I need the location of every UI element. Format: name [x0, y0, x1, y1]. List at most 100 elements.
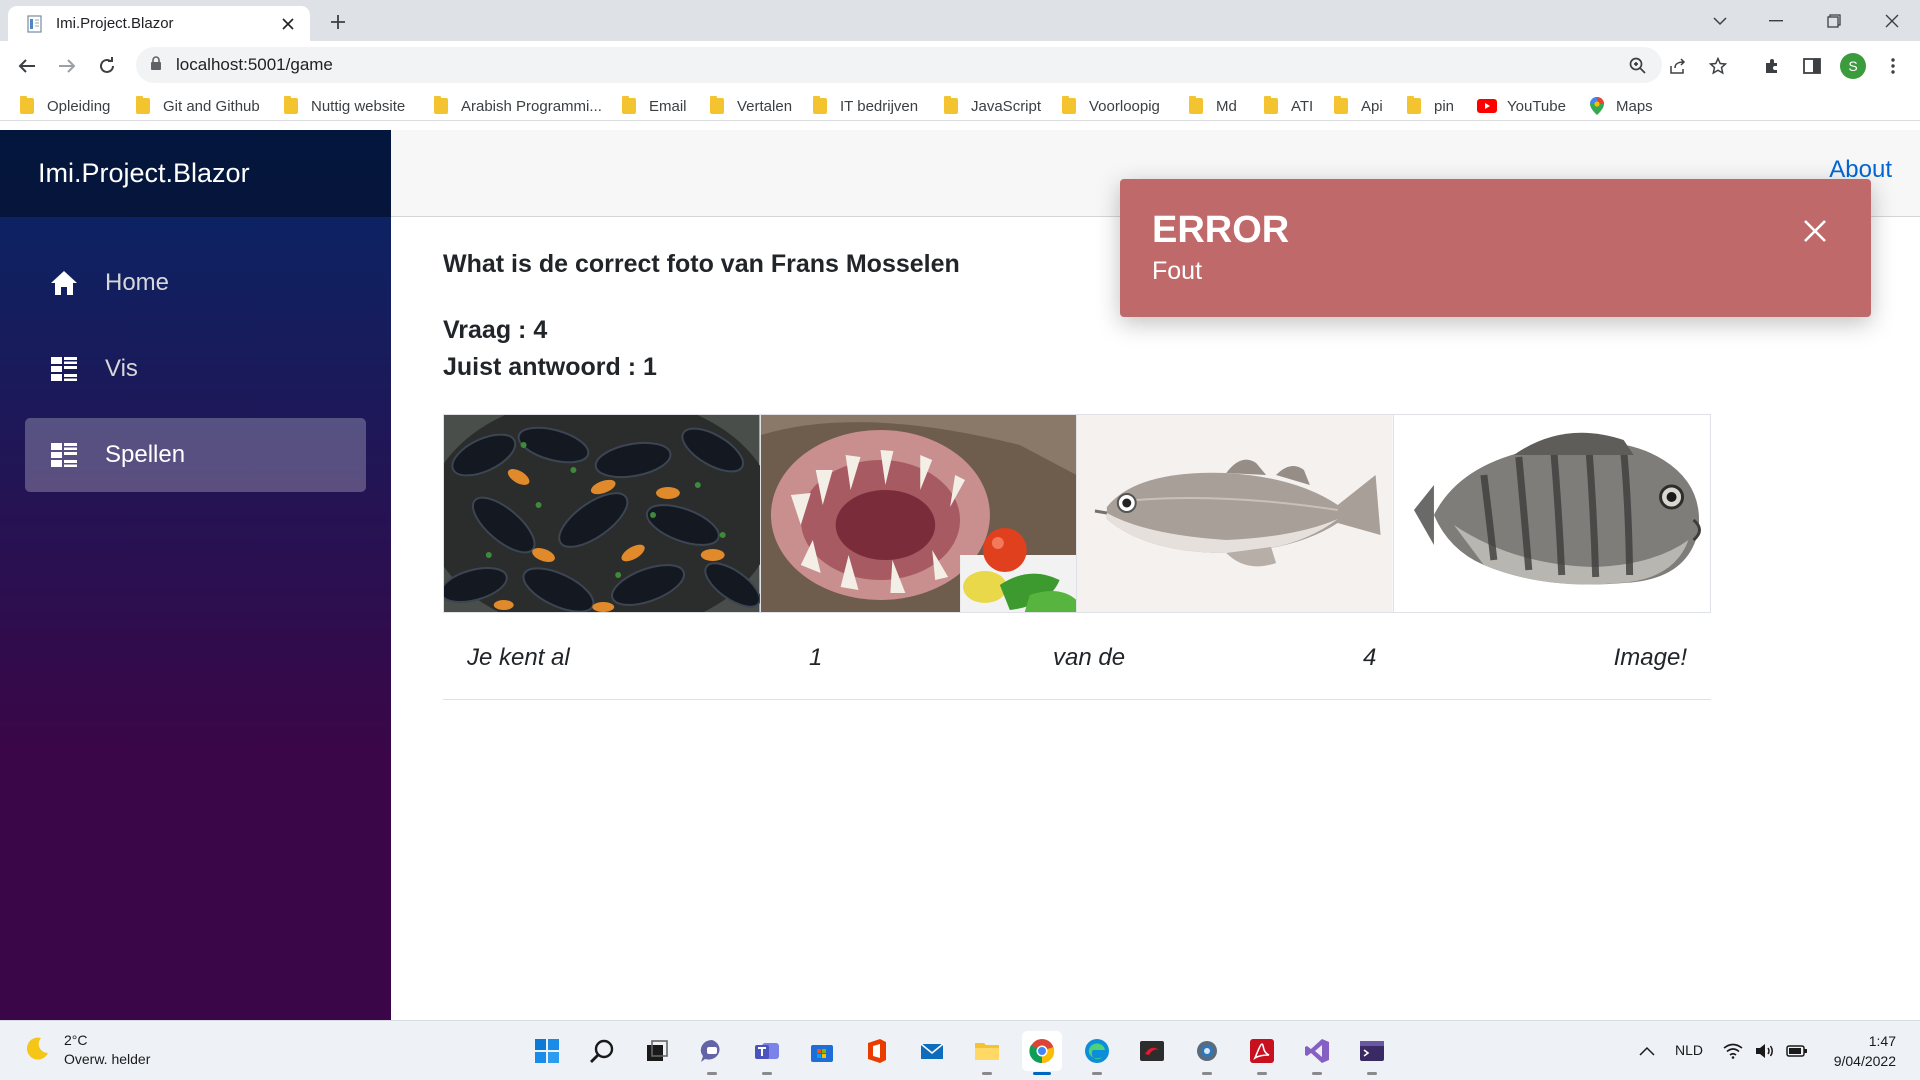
- bookmark-star-icon[interactable]: [1706, 54, 1730, 78]
- score-total-count: 4: [1363, 644, 1377, 671]
- app-brand[interactable]: Imi.Project.Blazor: [38, 158, 250, 189]
- folder-icon: [710, 96, 724, 114]
- minimize-icon[interactable]: [1748, 0, 1804, 41]
- taskbar-app-chrome[interactable]: [1022, 1031, 1062, 1075]
- answer-images: [443, 414, 1711, 613]
- score-known-count: 1: [809, 644, 823, 671]
- bookmark-item[interactable]: Nuttig website: [284, 95, 405, 117]
- windows-start-icon: [534, 1038, 560, 1064]
- taskbar-app-windows-start[interactable]: [527, 1031, 567, 1071]
- nav-item-vis[interactable]: Vis: [25, 332, 366, 406]
- taskbar-app-edge[interactable]: [1077, 1031, 1117, 1075]
- tab-close-icon[interactable]: [278, 14, 298, 34]
- bookmark-item[interactable]: Opleiding: [20, 95, 110, 117]
- sidebar: Imi.Project.Blazor Home Vis Spellen: [0, 130, 391, 1020]
- browser-tab[interactable]: Imi.Project.Blazor: [8, 6, 310, 41]
- answer-image-whiting-fish[interactable]: [1077, 415, 1394, 612]
- question-title: What is de correct foto van Frans Mossel…: [443, 250, 960, 278]
- teams-chat-icon: [699, 1038, 725, 1064]
- bookmark-item[interactable]: Vertalen: [710, 95, 792, 117]
- settings-icon: [1194, 1038, 1220, 1064]
- folder-icon: [1407, 96, 1421, 114]
- taskbar-app-teams-chat[interactable]: [692, 1031, 732, 1075]
- bookmark-label: IT bedrijven: [840, 97, 919, 115]
- running-indicator: [982, 1072, 992, 1075]
- bookmark-label: pin: [1434, 97, 1455, 115]
- weather-widget[interactable]: 2°C Overw. helder: [24, 1031, 150, 1069]
- reload-icon[interactable]: [92, 51, 122, 81]
- taskbar-app-app[interactable]: [1132, 1031, 1172, 1071]
- answer-image-mussels[interactable]: [444, 415, 761, 612]
- weather-description: Overw. helder: [64, 1051, 151, 1067]
- file-explorer-icon: [974, 1038, 1000, 1064]
- score-text-end: Image!: [1613, 644, 1687, 671]
- youtube-icon: [1477, 99, 1497, 113]
- restore-icon[interactable]: [1806, 0, 1862, 41]
- nav-item-label: Spellen: [105, 441, 186, 468]
- taskbar-app-office[interactable]: [857, 1031, 897, 1071]
- bookmark-item[interactable]: Email: [622, 95, 687, 117]
- profile-avatar[interactable]: S: [1840, 53, 1866, 79]
- close-window-icon[interactable]: [1864, 0, 1920, 41]
- taskbar-app-visual-studio[interactable]: [1297, 1031, 1337, 1075]
- battery-icon[interactable]: [1786, 1031, 1808, 1071]
- nav-item-spellen[interactable]: Spellen: [25, 418, 366, 492]
- running-indicator: [1257, 1072, 1267, 1075]
- correct-answers: Juist antwoord : 1: [443, 353, 657, 381]
- chevron-up-icon[interactable]: [1636, 1031, 1658, 1071]
- mail-icon: [919, 1038, 945, 1064]
- volume-icon[interactable]: [1754, 1031, 1776, 1071]
- bookmark-item[interactable]: Arabish Programmi...: [434, 95, 602, 117]
- bookmark-item[interactable]: Md: [1189, 95, 1237, 117]
- bookmark-item[interactable]: IT bedrijven: [813, 95, 918, 117]
- bookmark-item[interactable]: Git and Github: [136, 95, 260, 117]
- close-icon[interactable]: [1799, 215, 1831, 247]
- bookmark-item[interactable]: JavaScript: [944, 95, 1041, 117]
- answer-image-anglerfish[interactable]: [760, 415, 1077, 612]
- running-indicator: [1367, 1072, 1377, 1075]
- nav-item-home[interactable]: Home: [25, 246, 366, 320]
- score-text-intro: Je kent al: [467, 644, 570, 671]
- folder-icon: [20, 96, 34, 114]
- taskbar-app-mail[interactable]: [912, 1031, 952, 1071]
- folder-icon: [1189, 96, 1203, 114]
- taskbar-app-teams[interactable]: [747, 1031, 787, 1075]
- wifi-icon[interactable]: [1722, 1031, 1744, 1071]
- tab-search-chevron-icon[interactable]: [1692, 0, 1748, 41]
- address-bar[interactable]: localhost:5001/game: [136, 47, 1727, 83]
- bookmark-item[interactable]: Maps: [1590, 95, 1653, 117]
- back-arrow-icon[interactable]: [12, 51, 42, 81]
- toast-message: Fout: [1152, 257, 1203, 285]
- system-clock[interactable]: 1:47 9/04/2022: [1834, 1031, 1896, 1071]
- taskbar-app-terminal[interactable]: [1352, 1031, 1392, 1075]
- language-indicator[interactable]: NLD: [1675, 1042, 1703, 1058]
- bookmark-item[interactable]: pin: [1407, 95, 1454, 117]
- side-panel-icon[interactable]: [1799, 53, 1825, 79]
- taskbar-app-acrobat[interactable]: [1242, 1031, 1282, 1075]
- bookmark-item[interactable]: YouTube: [1477, 95, 1566, 117]
- bookmark-item[interactable]: ATI: [1264, 95, 1313, 117]
- folder-icon: [136, 96, 150, 114]
- share-icon[interactable]: [1666, 54, 1690, 78]
- answer-image-striped-fish[interactable]: [1393, 415, 1710, 612]
- bookmark-item[interactable]: Api: [1334, 95, 1383, 117]
- lock-icon[interactable]: [150, 55, 162, 75]
- extensions-icon[interactable]: [1759, 53, 1785, 79]
- windows-taskbar: 2°C Overw. helder NLD 1:47 9/04/2022: [0, 1020, 1920, 1080]
- moon-icon: [24, 1035, 50, 1066]
- taskbar-app-settings[interactable]: [1187, 1031, 1227, 1075]
- taskbar-app-task-view[interactable]: [637, 1031, 677, 1071]
- browser-menu-icon[interactable]: [1880, 53, 1906, 79]
- forward-arrow-icon[interactable]: [52, 51, 82, 81]
- taskbar-app-search[interactable]: [582, 1031, 622, 1071]
- url-text: localhost:5001/game: [176, 55, 333, 74]
- bookmark-item[interactable]: Voorloopig: [1062, 95, 1160, 117]
- taskbar-app-file-explorer[interactable]: [967, 1031, 1007, 1075]
- bookmark-label: Email: [649, 97, 687, 115]
- zoom-icon[interactable]: [1626, 54, 1650, 78]
- home-icon: [49, 268, 79, 298]
- taskbar-app-store[interactable]: [802, 1031, 842, 1071]
- store-icon: [809, 1038, 835, 1064]
- new-tab-icon[interactable]: [324, 8, 352, 36]
- folder-icon: [1334, 96, 1348, 114]
